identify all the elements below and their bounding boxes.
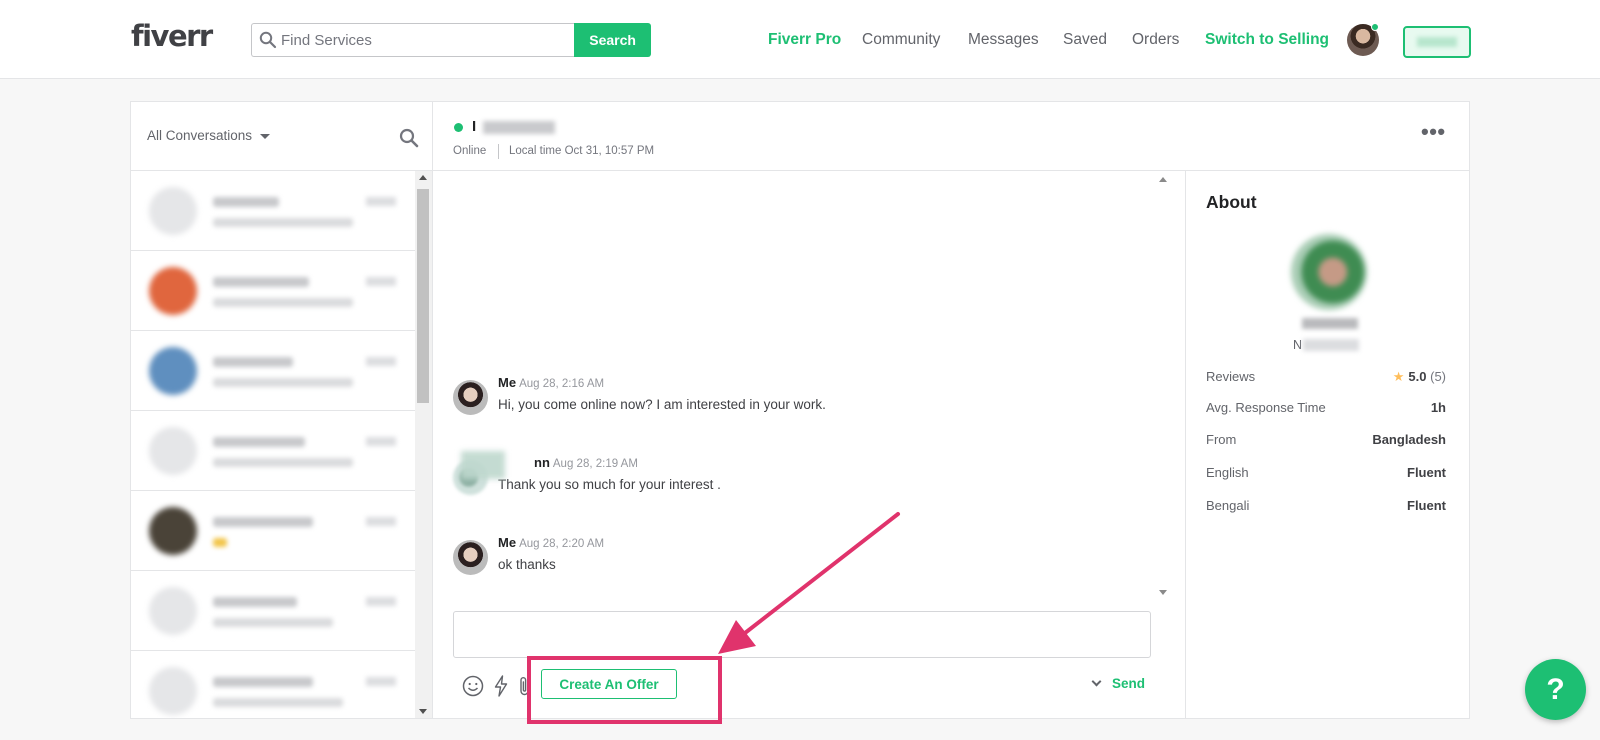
local-time: Local time Oct 31, 10:57 PM [509, 145, 655, 157]
message-sender: Me Aug 28, 2:16 AM [498, 375, 605, 390]
avatar [149, 667, 197, 715]
scroll-down-arrow-icon[interactable] [1159, 590, 1167, 595]
conversation-item[interactable] [131, 651, 415, 718]
conversation-item[interactable] [131, 331, 415, 411]
avatar [149, 507, 197, 555]
message-sender: Me Aug 28, 2:20 AM [498, 535, 605, 550]
send-button[interactable]: Send [1091, 676, 1146, 691]
online-indicator-icon [454, 123, 463, 132]
emoji-icon[interactable] [461, 674, 485, 698]
about-label: English [1206, 465, 1249, 480]
scrollbar-thumb[interactable] [417, 189, 429, 403]
nav-saved[interactable]: Saved [1063, 31, 1107, 49]
search-icon[interactable] [399, 128, 419, 148]
about-panel: About N Reviews ★ 5.0 (5) Avg. Response T… [1185, 171, 1469, 718]
scroll-up-arrow-icon[interactable] [419, 175, 427, 180]
avatar [149, 587, 197, 635]
online-status-dot [1371, 23, 1379, 31]
annotation-highlight-box [527, 656, 722, 724]
send-label: Send [1112, 676, 1146, 691]
review-rating: ★ 5.0 (5) [1392, 369, 1446, 384]
online-status: Online [453, 145, 487, 157]
conversation-item[interactable] [131, 171, 415, 251]
conversation-scrollbar[interactable] [415, 171, 432, 718]
avatar [149, 187, 197, 235]
conversation-item[interactable] [131, 571, 415, 651]
star-icon: ★ [1392, 369, 1405, 384]
conversation-item[interactable] [131, 251, 415, 331]
conversation-sidebar: All Conversations [131, 102, 433, 718]
caret-down-icon [260, 133, 271, 139]
search-icon [259, 31, 277, 49]
about-label: Avg. Response Time [1206, 400, 1326, 415]
message-text: ok thanks [498, 557, 556, 572]
nav-community[interactable]: Community [862, 31, 940, 49]
about-value: Fluent [1407, 498, 1446, 513]
conversation-filter-label: All Conversations [147, 128, 253, 143]
avatar [453, 540, 488, 575]
chevron-down-icon[interactable] [1091, 676, 1102, 687]
search-input[interactable] [251, 23, 575, 57]
more-dots-icon[interactable]: ••• [1421, 119, 1446, 145]
chat-username[interactable]: I [472, 118, 476, 135]
about-title: About [1206, 192, 1257, 212]
avatar [453, 380, 488, 415]
message-text: Thank you so much for your interest . [498, 477, 721, 492]
avatar [149, 347, 197, 395]
avatar [149, 427, 197, 475]
about-value: 1h [1430, 400, 1446, 415]
message-scrollbar[interactable] [1155, 171, 1172, 601]
seller-avatar[interactable] [1291, 234, 1367, 310]
message-input[interactable] [453, 611, 1151, 658]
nav-orders[interactable]: Orders [1132, 31, 1179, 49]
conversation-filter-dropdown[interactable]: All Conversations [147, 128, 271, 143]
seller-name[interactable] [1302, 318, 1358, 329]
nav-fiverr-pro[interactable]: Fiverr Pro [768, 31, 841, 49]
lightning-icon[interactable] [489, 674, 513, 698]
about-value: Fluent [1407, 465, 1446, 480]
divider [498, 144, 499, 159]
balance-button[interactable] [1403, 26, 1471, 58]
message-list: Me Aug 28, 2:16 AM Hi, you come online no… [433, 171, 1173, 601]
nav-switch-to-selling[interactable]: Switch to Selling [1205, 31, 1329, 49]
top-header: fiverr Search Fiverr Pro Community Messa… [0, 0, 1600, 79]
fiverr-logo[interactable]: fiverr [131, 19, 213, 53]
chat-header: I Online Local time Oct 31, 10:57 PM ••• [433, 102, 1469, 171]
chat-pane: I Online Local time Oct 31, 10:57 PM •••… [433, 102, 1469, 718]
conversation-item[interactable] [131, 411, 415, 491]
message-date: Aug 28, 2:20 AM [519, 538, 605, 550]
message-text: Hi, you come online now? I am interested… [498, 397, 826, 412]
conversation-sidebar-header: All Conversations [131, 102, 432, 171]
about-value: Bangladesh [1372, 432, 1446, 447]
search-bar: Search [251, 23, 651, 57]
help-button[interactable]: ? [1525, 659, 1586, 720]
search-button[interactable]: Search [574, 23, 651, 57]
nav-messages[interactable]: Messages [968, 31, 1039, 49]
message-sender: nn Aug 28, 2:19 AM [534, 455, 638, 470]
message-date: Aug 28, 2:19 AM [552, 458, 638, 470]
scroll-down-arrow-icon[interactable] [419, 709, 427, 714]
scroll-up-arrow-icon[interactable] [1159, 177, 1167, 182]
seller-level: N [1293, 338, 1303, 352]
message-date: Aug 28, 2:16 AM [519, 378, 605, 390]
about-label: Reviews [1206, 369, 1256, 384]
about-label: Bengali [1206, 498, 1250, 513]
about-label: From [1206, 432, 1237, 447]
avatar [149, 267, 197, 315]
conversation-list [131, 171, 415, 718]
inbox-panel: All Conversations I Online Local time Oc… [130, 101, 1470, 719]
conversation-item[interactable] [131, 491, 415, 571]
